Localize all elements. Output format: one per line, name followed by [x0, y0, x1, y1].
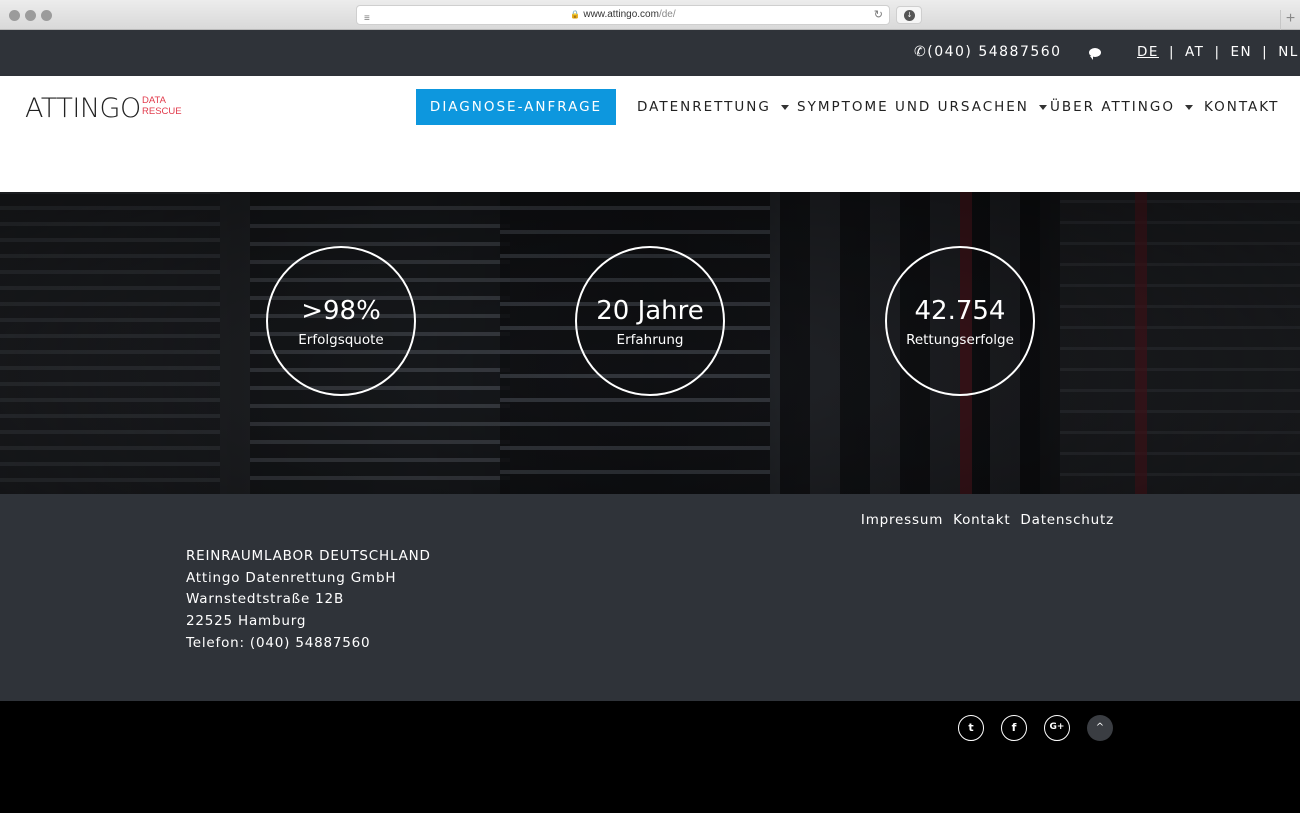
nav-item-label: ÜBER ATTINGO	[1050, 99, 1175, 115]
address-line: REINRAUMLABOR DEUTSCHLAND	[186, 548, 431, 564]
nav-item-kontakt[interactable]: KONTAKT	[1204, 99, 1279, 115]
facebook-icon[interactable]: f	[1001, 715, 1027, 741]
reader-icon[interactable]: ≡	[364, 10, 370, 28]
stat-experience: 20 Jahre Erfahrung	[575, 246, 725, 396]
footer: Impressum Kontakt Datenschutz REINRAUMLABO…	[0, 494, 1300, 701]
bottom-bar: t f G+ ^	[0, 701, 1300, 813]
browser-chrome: ≡ 🔒 www.attingo.com/de/ ↻ ↓ +	[0, 0, 1300, 30]
language-switcher: DE | AT | EN | NL	[1137, 44, 1299, 60]
footer-link-impressum[interactable]: Impressum	[861, 512, 943, 528]
lang-de[interactable]: DE	[1137, 44, 1159, 60]
download-icon: ↓	[904, 10, 915, 21]
minimize-window-button[interactable]	[25, 10, 36, 21]
twitter-icon[interactable]: t	[958, 715, 984, 741]
phone-number: (040) 54887560	[927, 44, 1062, 60]
caret-down-icon	[1184, 104, 1193, 110]
chat-icon[interactable]	[1089, 48, 1101, 60]
address-line: Warnstedtstraße 12B	[186, 591, 345, 608]
lang-separator: |	[1262, 44, 1269, 60]
lang-at[interactable]: AT	[1185, 44, 1204, 60]
reload-icon[interactable]: ↻	[874, 6, 883, 24]
lang-en[interactable]: EN	[1231, 44, 1253, 60]
close-window-button[interactable]	[9, 10, 20, 21]
stat-value: 42.754	[914, 296, 1006, 326]
logo-wordmark: ATTINGO	[25, 93, 141, 124]
footer-links: Impressum Kontakt Datenschutz	[851, 512, 1114, 528]
stat-value: 20 Jahre	[596, 296, 704, 326]
stats-hero: >98% Erfolgsquote 20 Jahre Erfahrung 42.…	[0, 192, 1300, 494]
content-spacer	[0, 138, 1300, 192]
nav-item-label: KONTAKT	[1204, 99, 1280, 115]
lock-icon: 🔒	[570, 10, 581, 19]
stat-label: Erfolgsquote	[298, 332, 384, 348]
lang-nl[interactable]: NL	[1278, 44, 1299, 60]
address-bar[interactable]: ≡ 🔒 www.attingo.com/de/ ↻	[356, 5, 890, 25]
diagnose-request-button[interactable]: DIAGNOSE-ANFRAGE	[416, 89, 616, 125]
back-to-top-button[interactable]: ^	[1087, 715, 1113, 741]
address-line: 22525 Hamburg	[186, 613, 307, 630]
url-domain: www.attingo.com	[583, 9, 659, 20]
lang-separator: |	[1214, 44, 1221, 60]
stat-value: >98%	[301, 296, 381, 326]
main-navigation: ATTINGO DATA RESCUE DIAGNOSE-ANFRAGE DATE…	[0, 76, 1300, 138]
phone-icon: ✆	[914, 44, 928, 60]
nav-item-label: DATENRETTUNG	[637, 99, 771, 115]
lang-separator: |	[1168, 44, 1175, 60]
google-plus-icon[interactable]: G+	[1044, 715, 1070, 741]
nav-item-symptome[interactable]: SYMPTOME UND URSACHEN	[797, 99, 1047, 115]
nav-item-ueber-attingo[interactable]: ÜBER ATTINGO	[1050, 99, 1193, 115]
stat-rescues: 42.754 Rettungserfolge	[885, 246, 1035, 396]
stat-success-rate: >98% Erfolgsquote	[266, 246, 416, 396]
new-tab-button[interactable]: +	[1280, 10, 1300, 30]
phone-link[interactable]: ✆(040) 54887560	[914, 44, 1062, 60]
stat-label: Erfahrung	[616, 332, 684, 348]
nav-item-label: SYMPTOME UND URSACHEN	[797, 99, 1029, 115]
stat-label: Rettungserfolge	[906, 332, 1014, 348]
top-bar: ✆(040) 54887560 DE | AT | EN | NL	[0, 30, 1300, 76]
footer-link-kontakt[interactable]: Kontakt	[953, 512, 1010, 528]
downloads-button[interactable]: ↓	[896, 6, 922, 24]
nav-item-datenrettung[interactable]: DATENRETTUNG	[637, 99, 789, 115]
zoom-window-button[interactable]	[41, 10, 52, 21]
address-line: Telefon: (040) 54887560	[186, 634, 371, 651]
caret-down-icon	[780, 104, 789, 110]
caret-down-icon	[1038, 104, 1047, 110]
footer-link-datenschutz[interactable]: Datenschutz	[1020, 512, 1114, 528]
footer-address: REINRAUMLABOR DEUTSCHLAND Attingo Datenr…	[186, 546, 431, 655]
logo-tagline: DATA RESCUE	[142, 95, 182, 117]
url-path: /de/	[658, 9, 676, 20]
address-line: Attingo Datenrettung GmbH	[186, 569, 397, 586]
